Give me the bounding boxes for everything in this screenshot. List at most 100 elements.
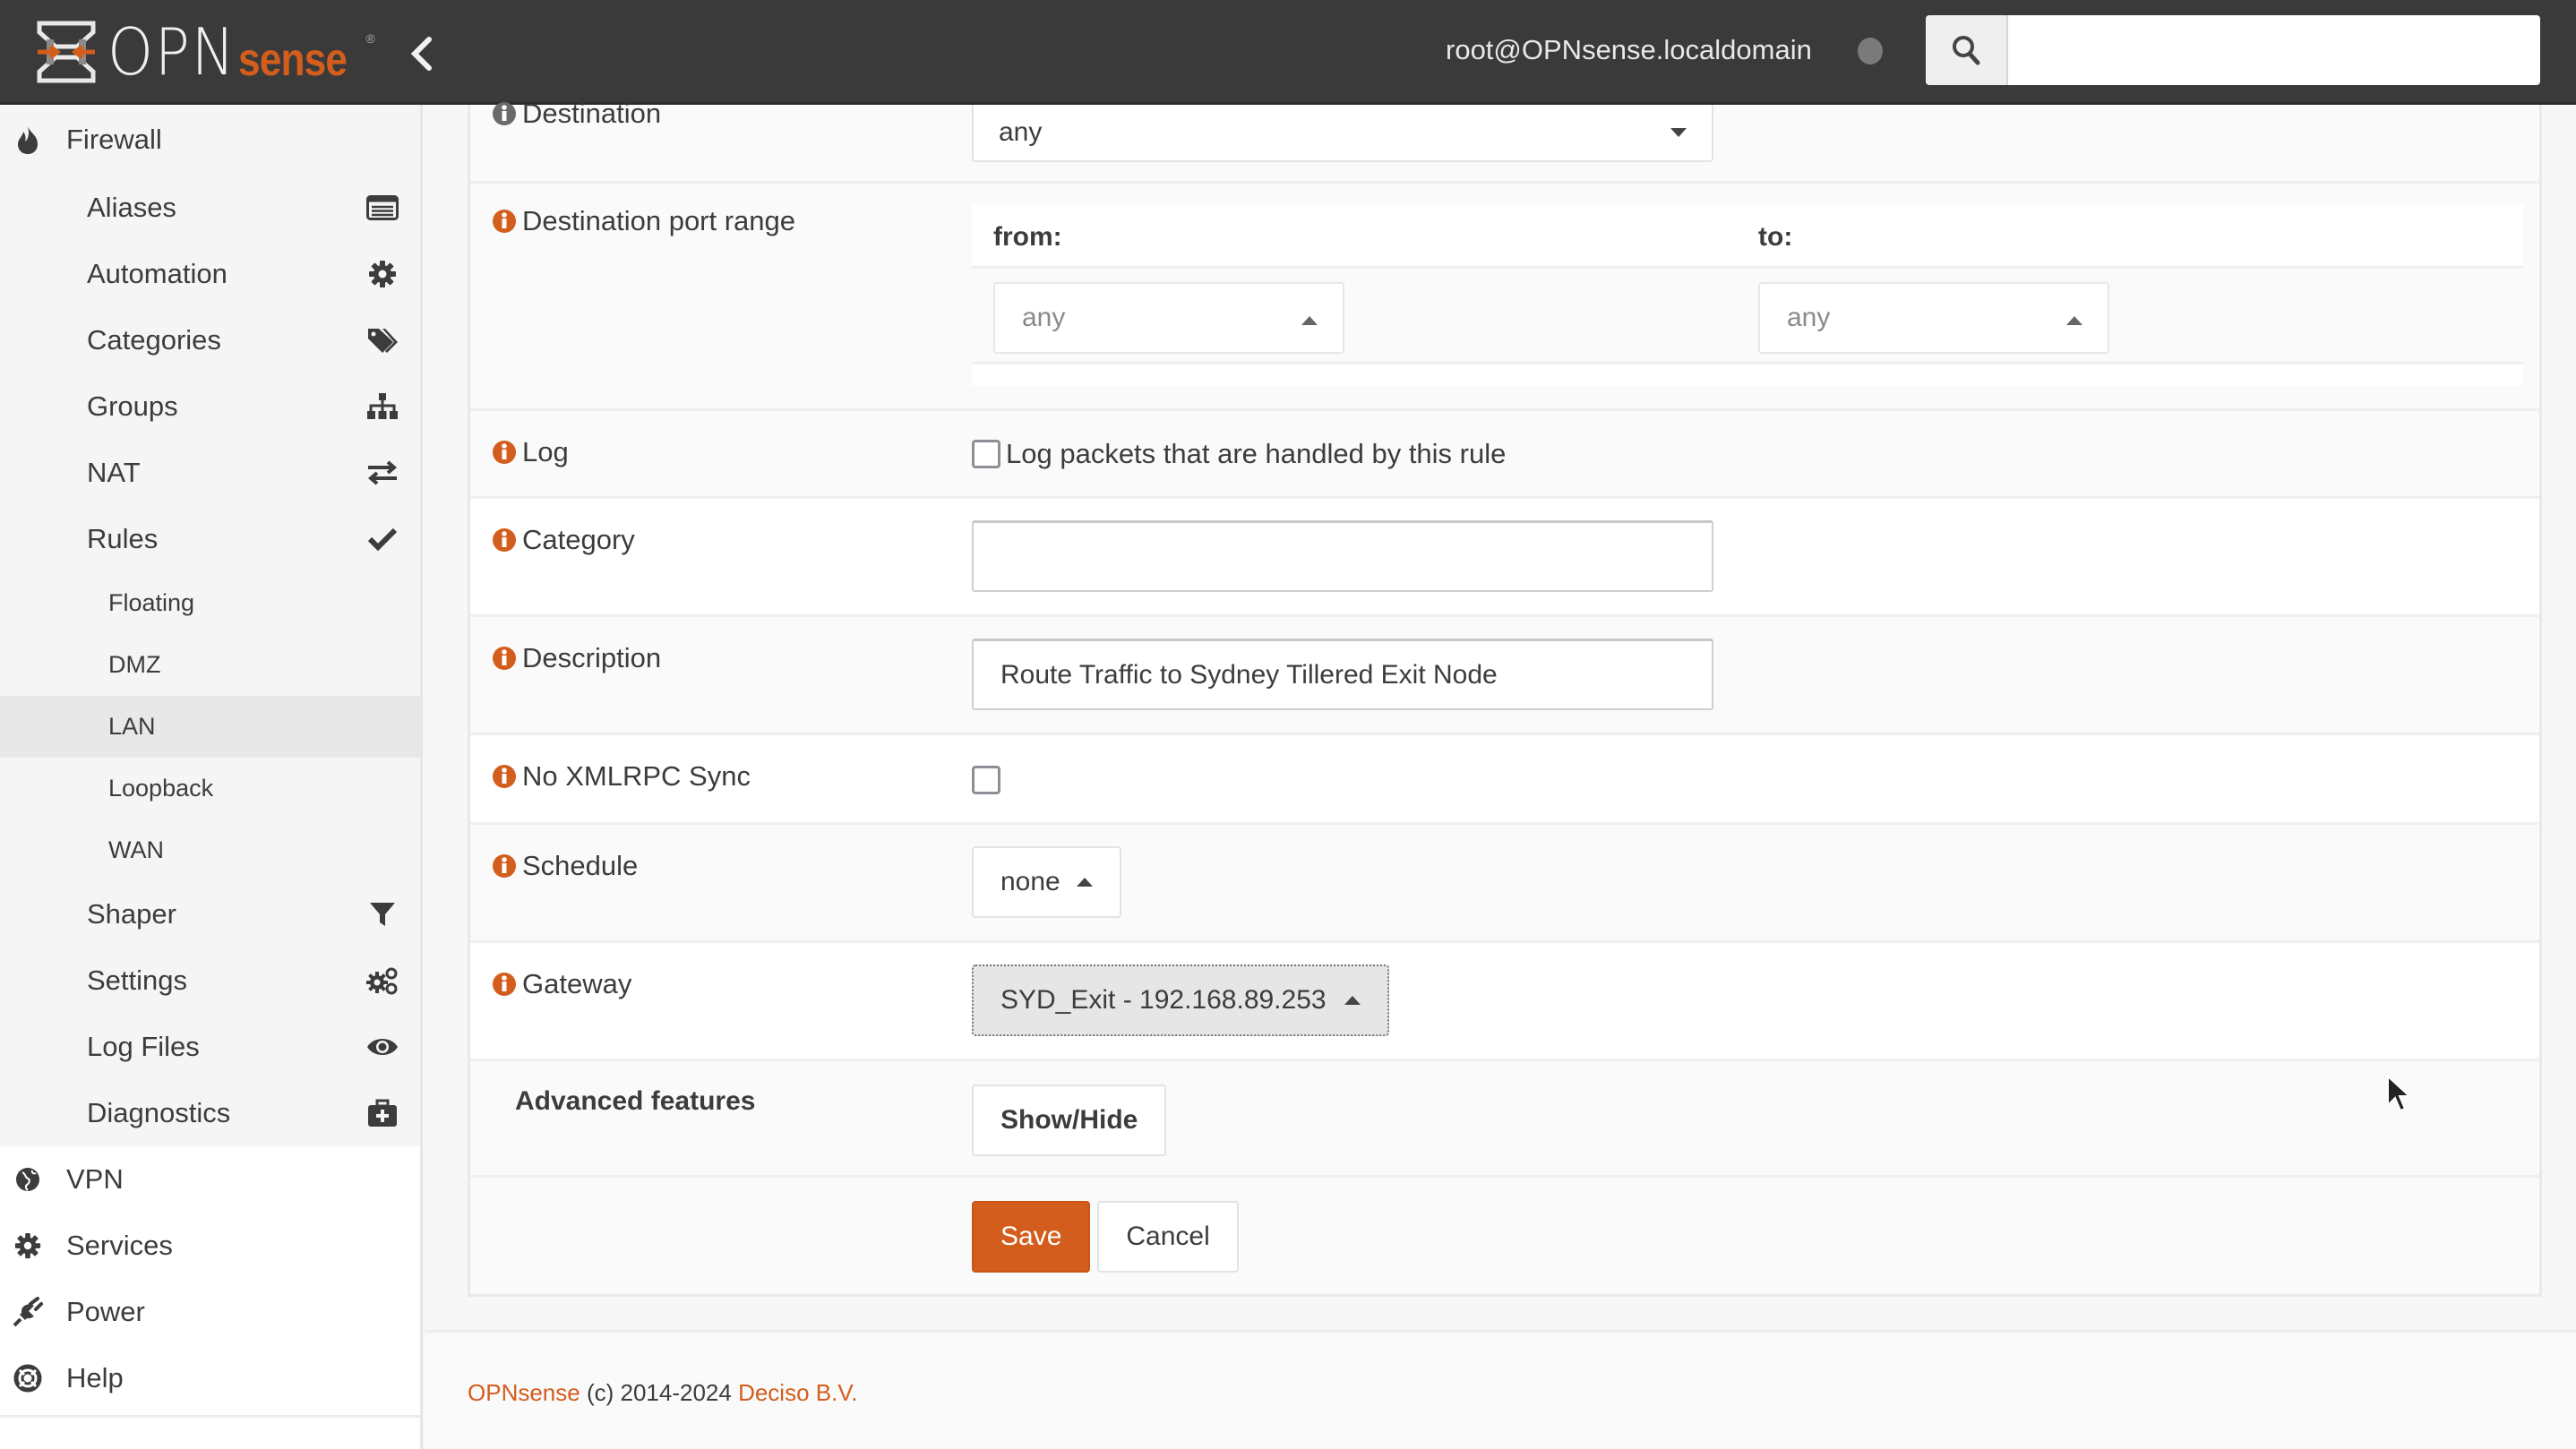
row-destination: Destination any [470,98,2539,184]
field-label: Description [492,642,661,674]
sidebar-item-label: Log Files [87,1031,200,1062]
log-checkbox-field[interactable]: Log packets that are handled by this rul… [972,438,1506,470]
sidebar-item-rules-wan[interactable]: WAN [0,819,420,881]
top-navbar: OPN sense ® root@OPNsense.localdomain [0,0,2576,105]
sidebar-item-label: Rules [87,523,159,554]
description-input[interactable] [972,639,1713,710]
sidebar-item-help[interactable]: Help [0,1345,420,1411]
opnsense-logo[interactable]: OPN sense ® [36,18,375,86]
sidebar-item-label: WAN [108,836,164,863]
sidebar-item-services[interactable]: Services [0,1213,420,1279]
sidebar-item-label: Automation [87,258,228,289]
collapse-sidebar-button[interactable] [408,36,436,72]
sidebar-item-rules-loopback[interactable]: Loopback [0,758,420,819]
sidebar-item-label: Power [66,1296,145,1327]
info-icon[interactable] [492,100,517,127]
caret-up-icon [1076,878,1093,887]
sidebar-item-vpn[interactable]: VPN [0,1146,420,1213]
cog-icon [13,1230,43,1261]
cancel-button[interactable]: Cancel [1097,1201,1239,1273]
sidebar-item-log-files[interactable]: Log Files [0,1014,420,1080]
info-icon[interactable] [492,971,517,998]
check-icon [366,524,399,554]
sidebar-item-label: Loopback [108,775,214,802]
caret-up-icon [1344,996,1361,1005]
row-destination-port-range: Destination port range from: to: any any [470,184,2539,411]
row-category: Category [470,499,2539,617]
sidebar-item-rules[interactable]: Rules [0,506,420,572]
schedule-select[interactable]: none [972,846,1121,918]
sidebar-divider [0,1415,420,1418]
plug-icon [13,1297,43,1327]
rule-edit-form: Destination any Destination port range f… [468,98,2542,1297]
sidebar-item-firewall[interactable]: Firewall [0,105,420,175]
footer-copyright: OPNsense (c) 2014-2024 Deciso B.V. [468,1379,858,1406]
info-icon[interactable] [492,208,517,235]
no-xmlrpc-sync-checkbox[interactable] [972,766,1000,794]
medkit-icon [366,1098,399,1128]
to-label: to: [1758,222,1793,252]
sidebar-item-aliases[interactable]: Aliases [0,175,420,241]
port-range-footer [972,364,2523,386]
sidebar-item-settings[interactable]: Settings [0,947,420,1014]
port-to-select[interactable]: any [1758,282,2109,354]
sidebar-item-shaper[interactable]: Shaper [0,881,420,947]
search-button[interactable] [1926,15,2008,85]
sidebar-item-groups[interactable]: Groups [0,373,420,440]
opnsense-link[interactable]: OPNsense [468,1379,580,1406]
port-from-select[interactable]: any [993,282,1344,354]
field-label: Destination port range [492,205,795,237]
port-range-table: from: to: any any [972,204,2523,386]
sidebar-item-label: Diagnostics [87,1097,231,1128]
deciso-link[interactable]: Deciso B.V. [738,1379,857,1406]
chevron-left-icon [410,37,432,71]
show-hide-button[interactable]: Show/Hide [972,1085,1167,1156]
from-label: from: [993,222,1062,252]
save-button[interactable]: Save [972,1201,1091,1273]
info-icon[interactable] [492,645,517,672]
port-range-body: any any [972,269,2523,364]
caret-down-icon [1670,128,1687,137]
mouse-cursor-icon [2387,1075,2412,1112]
status-indicator[interactable] [1858,38,1883,64]
global-search [1926,15,2540,85]
firewall-section: Firewall Aliases Automation Categories G… [0,105,420,1146]
gateway-select[interactable]: SYD_Exit - 192.168.89.253 [972,965,1389,1036]
field-label: Log [492,436,569,468]
sidebar: Firewall Aliases Automation Categories G… [0,105,423,1449]
info-icon[interactable] [492,763,517,790]
main-content: Destination any Destination port range f… [425,98,2576,1449]
sidebar-item-label: Firewall [66,124,162,155]
sidebar-item-label: Help [66,1362,124,1393]
fire-icon [13,124,43,155]
sidebar-item-label: Aliases [87,192,176,223]
destination-select[interactable]: any [972,105,1713,162]
sidebar-item-nat[interactable]: NAT [0,440,420,506]
sidebar-item-rules-floating[interactable]: Floating [0,572,420,634]
life-ring-icon [13,1363,43,1393]
field-label: Advanced features [515,1086,756,1116]
sidebar-item-diagnostics[interactable]: Diagnostics [0,1080,420,1146]
info-icon[interactable] [492,853,517,879]
sidebar-item-label: Categories [87,324,221,356]
category-input[interactable] [972,520,1713,592]
globe-icon [13,1164,43,1195]
port-range-header: from: to: [972,204,2523,269]
field-label: Category [492,524,635,556]
list-alt-icon [366,193,399,223]
row-gateway: Gateway SYD_Exit - 192.168.89.253 [470,943,2539,1061]
user-label[interactable]: root@OPNsense.localdomain [1446,34,1812,66]
logo-sense-text: sense [237,34,348,86]
log-checkbox[interactable] [972,440,1000,468]
sidebar-item-rules-lan[interactable]: LAN [0,696,420,758]
row-no-xmlrpc-sync: No XMLRPC Sync [470,735,2539,825]
info-icon[interactable] [492,439,517,466]
sidebar-item-automation[interactable]: Automation [0,241,420,307]
sidebar-item-power[interactable]: Power [0,1279,420,1345]
filter-icon [366,899,399,930]
search-input[interactable] [2008,15,2540,85]
sidebar-item-rules-dmz[interactable]: DMZ [0,634,420,696]
info-icon[interactable] [492,527,517,553]
sidebar-item-categories[interactable]: Categories [0,307,420,373]
cogs-icon [366,965,399,996]
